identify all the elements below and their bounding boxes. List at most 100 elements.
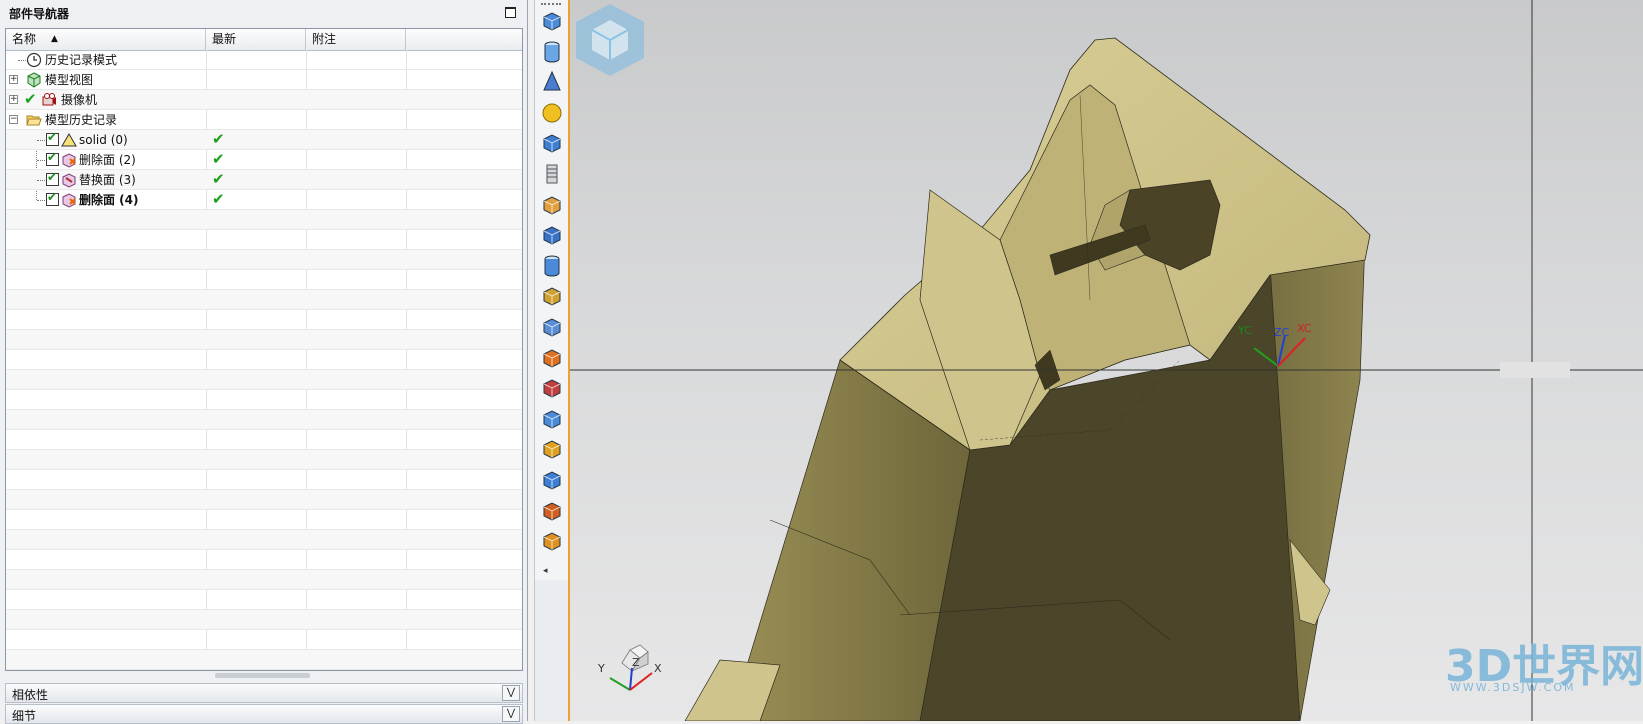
part-navigator-panel: 部件导航器 名称 ▲ 最新 附注 历史记录模式 + 模型视图 + ✔ 摄像机 −… [0,0,528,724]
tree-header: 名称 ▲ 最新 附注 [6,29,522,51]
unite-icon[interactable] [540,437,564,461]
clock-icon [26,52,42,68]
boss-icon[interactable] [540,131,564,155]
chevron-down-icon[interactable]: ⋁ [502,706,520,722]
cylinder-icon[interactable] [540,40,564,64]
feature-checkbox[interactable]: ✔ [46,130,59,146]
navigator-title-bar: 部件导航器 [0,0,527,27]
tree-item-label: 删除面 (2) [79,153,136,167]
wcs-yc-label: YC [1237,324,1252,337]
hole-icon[interactable] [540,254,564,278]
tree-row-empty [6,210,522,230]
tree-row-model-views[interactable]: + 模型视图 [6,70,522,90]
slot-icon[interactable] [540,284,564,308]
tree-row-empty [6,310,522,330]
folder-open-icon [26,115,42,126]
camera-icon [42,93,56,106]
tree-row-model-history[interactable]: − 模型历史记录 [6,110,522,130]
tree-row-empty [6,470,522,490]
tree-row-empty [6,590,522,610]
extract-bodies-icon[interactable] [540,407,564,431]
tree-row-empty [6,350,522,370]
block-icon[interactable] [540,9,564,33]
watermark-url: WWW.3DSJW.COM [1450,681,1576,694]
triad-x-label: X [654,662,662,675]
feature-checkbox[interactable]: ✔ [46,150,59,166]
toolbar-grip[interactable] [541,3,561,8]
tree-row-feature-current[interactable]: ✔ 删除面 (4) ✔ [6,190,522,210]
column-latest-header[interactable]: 最新 [206,29,306,50]
chevron-down-icon[interactable]: ⋁ [502,685,520,701]
tree-item-label: solid (0) [79,133,128,147]
horizontal-scrollbar[interactable] [215,673,310,678]
delete-face-icon [62,193,76,208]
tree-row-empty [6,510,522,530]
up-to-date-icon: ✔ [212,130,225,148]
tree-row-cameras[interactable]: + ✔ 摄像机 [6,90,522,110]
tree-item-label: 替换面 (3) [79,173,136,187]
feature-toolbar: ◂ [534,0,569,721]
graphics-window[interactable]: YC ZC XC Y Z X 3D世界网 WWW.3DSJW.COM [570,0,1643,721]
tree-row-empty [6,390,522,410]
subtract-icon[interactable] [540,468,564,492]
maximize-icon[interactable] [505,7,516,18]
tree-row-empty [6,250,522,270]
pocket-icon[interactable] [540,223,564,247]
wcs-xc-label: XC [1297,322,1312,335]
sort-ascending-icon: ▲ [51,34,58,44]
sphere-icon[interactable] [540,101,564,125]
model-body[interactable] [684,37,1371,721]
collapse-icon[interactable]: − [9,115,18,124]
tree-row-feature[interactable]: ✔ solid (0) ✔ [6,130,522,150]
model-view-icon [27,72,41,88]
pad-icon[interactable] [540,193,564,217]
tree-row-empty [6,270,522,290]
tree-row-feature[interactable]: ✔ 替换面 (3) ✔ [6,170,522,190]
dependencies-section[interactable]: 相依性 ⋁ [5,683,523,703]
navigator-title: 部件导航器 [9,7,70,21]
toolbar-overflow-icon[interactable]: ◂ [543,566,548,576]
triad-y-label: Y [597,662,605,675]
tree-item-label: 摄像机 [61,93,98,107]
feature-checkbox[interactable]: ✔ [46,190,59,206]
expand-icon[interactable]: + [9,95,18,104]
emboss-icon[interactable] [540,346,564,370]
tree-row-empty [6,330,522,350]
view-triad[interactable]: Y Z X [597,644,662,691]
tree-row-empty [6,490,522,510]
tree-row-empty [6,430,522,450]
up-to-date-icon: ✔ [212,150,225,168]
tree-row-empty [6,530,522,550]
navigator-tree[interactable]: 名称 ▲ 最新 附注 历史记录模式 + 模型视图 + ✔ 摄像机 − 模型历史记… [5,28,523,671]
tree-row-empty [6,550,522,570]
tree-item-label: 模型视图 [45,73,94,87]
feature-checkbox[interactable]: ✔ [46,170,59,186]
tree-item-label: 删除面 (4) [79,193,139,207]
tree-item-label: 历史记录模式 [45,53,118,67]
expand-icon[interactable]: + [9,75,18,84]
thread-icon[interactable] [540,162,564,186]
tube-icon[interactable] [540,315,564,339]
tree-row-empty [6,370,522,390]
move-face-icon[interactable] [540,529,564,553]
column-comment-header[interactable]: 附注 [306,29,406,50]
tree-row-history-mode[interactable]: 历史记录模式 [6,50,522,70]
tree-row-feature[interactable]: ✔ 删除面 (2) ✔ [6,150,522,170]
tree-row-empty [6,450,522,470]
column-name-header[interactable]: 名称 ▲ [6,29,206,50]
tree-row-empty [6,610,522,630]
tree-row-empty [6,290,522,310]
cone-icon[interactable] [540,70,564,94]
replace-face-icon [62,173,76,188]
details-section[interactable]: 细节 ⋁ [5,704,523,724]
up-to-date-icon: ✔ [212,170,225,188]
check-icon: ✔ [24,90,37,108]
tree-row-empty [6,650,522,670]
model-viewport[interactable]: YC ZC XC Y Z X [570,0,1643,721]
delete-face-icon [62,153,76,168]
offset-surface-icon[interactable] [540,499,564,523]
sketch-feature-icon[interactable] [540,376,564,400]
tree-row-empty [6,630,522,650]
triad-z-label: Z [632,656,640,669]
wcs-zc-label: ZC [1274,326,1290,339]
